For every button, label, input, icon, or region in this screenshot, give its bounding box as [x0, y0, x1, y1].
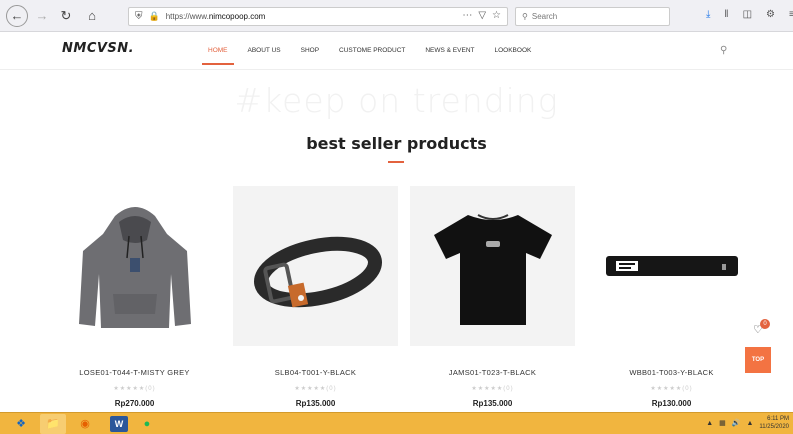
firefox-icon[interactable]: ◉ [72, 414, 98, 434]
sidebar-icon[interactable]: ◫ [743, 9, 752, 20]
product-image-tshirt[interactable] [410, 186, 575, 346]
lock-icon: 🔒 [148, 11, 160, 21]
menu-item-lookbook[interactable]: LOOKBOOK [494, 47, 531, 54]
product-image-hoodie[interactable] [52, 186, 217, 346]
spotify-icon[interactable]: ● [134, 414, 160, 434]
shield-icon: ⛨ [135, 11, 143, 22]
rating-stars: ★★★★★(0) [650, 386, 693, 392]
site-logo[interactable]: NMCVSN. [62, 41, 134, 56]
search-icon: ⚲ [522, 12, 528, 21]
more-icon[interactable]: ⋯ [462, 10, 472, 21]
url-actions: ⋯ ▽ ☆ [462, 10, 501, 21]
address-bar[interactable]: ⛨ 🔒 https://www.nimcopoop.com ⋯ ▽ ☆ [128, 7, 508, 26]
menu-item-about-us[interactable]: ABOUT US [248, 47, 281, 54]
rating-stars: ★★★★★(0) [294, 386, 337, 392]
signal-icon[interactable]: ▲ [746, 420, 753, 427]
rating-stars: ★★★★★(0) [471, 386, 514, 392]
network-icon[interactable]: ▦ [719, 419, 726, 427]
back-button[interactable]: ← [6, 4, 28, 27]
product-price: Rp130.000 [651, 399, 692, 408]
system-tray: ▲ ▦ 🔊 ▲ 6:11 PM 11/25/2020 [706, 415, 789, 431]
product-card[interactable]: SLB04-T001-Y-BLACK ★★★★★(0) Rp135.000 [233, 186, 398, 416]
product-card[interactable]: JAMS01-T023-T-BLACK ★★★★★(0) Rp135.000 [410, 186, 575, 416]
browser-search-input[interactable]: ⚲ Search [515, 7, 670, 26]
product-name[interactable]: SLB04-T001-Y-BLACK [233, 368, 398, 377]
section-title: best seller products [306, 134, 487, 153]
background-tagline: #keep on trending [234, 81, 559, 120]
product-price: Rp135.000 [472, 399, 513, 408]
rating-count: (0) [503, 386, 514, 392]
product-price: Rp135.000 [295, 399, 336, 408]
volume-icon[interactable]: 🔊 [732, 419, 741, 427]
reload-button[interactable]: ↻ [56, 6, 76, 26]
windows-taskbar: ❖ 📁 ◉ W ● ▲ ▦ 🔊 ▲ 6:11 PM 11/25/2020 [0, 412, 793, 434]
menu-item-home[interactable]: HOME [202, 47, 233, 65]
rating-count: (0) [145, 386, 156, 392]
main-menu: HOME ABOUT US SHOP CUSTOME PRODUCT NEWS … [202, 47, 551, 65]
product-price: Rp270.000 [114, 399, 155, 408]
home-button[interactable]: ⌂ [82, 6, 102, 26]
forward-button[interactable]: → [32, 6, 52, 26]
browser-toolbar: ← → ↻ ⌂ ⛨ 🔒 https://www.nimcopoop.com ⋯ … [0, 0, 793, 32]
pocket-icon[interactable]: ▽ [478, 10, 486, 21]
library-icon[interactable]: ‖ [724, 9, 728, 20]
file-explorer-icon[interactable]: 📁 [40, 413, 66, 434]
product-grid: LOSE01-T044-T-MISTY GREY ★★★★★(0) Rp270.… [52, 186, 738, 416]
rating-stars: ★★★★★(0) [113, 386, 156, 392]
menu-item-shop[interactable]: SHOP [301, 47, 319, 54]
product-image-waist-bag[interactable] [589, 186, 754, 346]
extension-icon[interactable]: ⚙ [766, 9, 775, 20]
site-header: NMCVSN. HOME ABOUT US SHOP CUSTOME PRODU… [0, 32, 793, 70]
rating-count: (0) [682, 386, 693, 392]
product-card[interactable]: WBB01-T003-Y-BLACK ★★★★★(0) Rp130.000 [589, 186, 754, 416]
clock-date: 11/25/2020 [759, 424, 789, 430]
word-icon[interactable]: W [110, 415, 128, 432]
search-placeholder: Search [531, 12, 558, 21]
tray-arrow-icon[interactable]: ▲ [706, 420, 713, 427]
clock[interactable]: 6:11 PM 11/25/2020 [759, 415, 789, 431]
clock-time: 6:11 PM [767, 416, 789, 422]
browser-toolbar-right: ⤓ ‖ ◫ ⚙ ≡ [706, 9, 793, 20]
url-text: https://www.nimcopoop.com [165, 12, 266, 21]
title-underline [388, 161, 404, 163]
menu-item-news-event[interactable]: NEWS & EVENT [425, 47, 474, 54]
windows-start-icon[interactable]: ❖ [8, 414, 34, 434]
download-icon[interactable]: ⤓ [706, 9, 710, 20]
url-domain: nimcopoop.com [208, 12, 266, 21]
menu-item-custome-product[interactable]: CUSTOME PRODUCT [339, 47, 405, 54]
back-to-top-button[interactable]: TOP [745, 347, 771, 373]
star-icon[interactable]: ☆ [492, 10, 501, 21]
product-name[interactable]: JAMS01-T023-T-BLACK [410, 368, 575, 377]
product-name[interactable]: LOSE01-T044-T-MISTY GREY [52, 368, 217, 377]
product-image-belt[interactable] [233, 186, 398, 346]
wishlist-count-badge: 0 [760, 319, 770, 329]
site-search-icon[interactable]: ⚲ [720, 45, 727, 56]
menu-icon[interactable]: ≡ [789, 9, 793, 20]
product-name[interactable]: WBB01-T003-Y-BLACK [589, 368, 754, 377]
rating-count: (0) [326, 386, 337, 392]
product-card[interactable]: LOSE01-T044-T-MISTY GREY ★★★★★(0) Rp270.… [52, 186, 217, 416]
